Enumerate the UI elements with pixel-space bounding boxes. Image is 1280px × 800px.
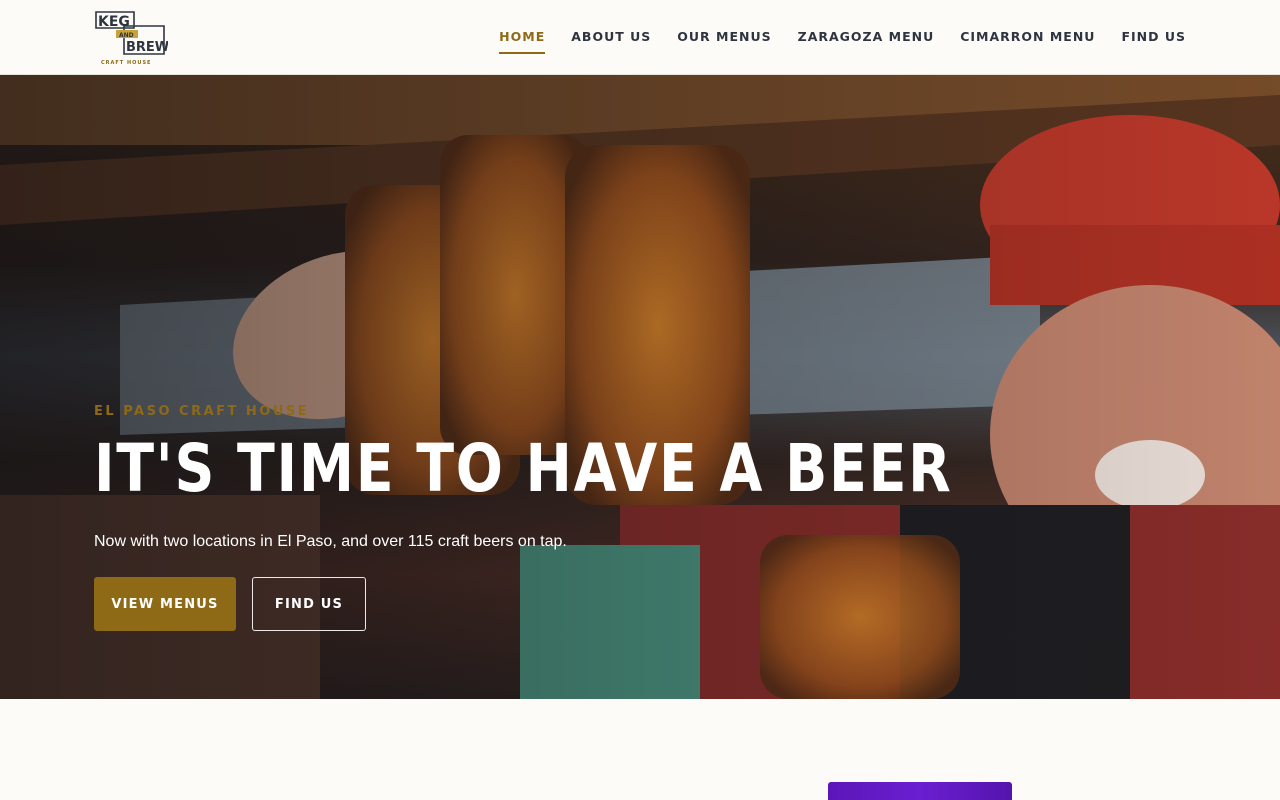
keg-and-brew-logo-icon: KEG AND BREW CRAFT HOUSE bbox=[95, 11, 168, 66]
next-section bbox=[0, 699, 1280, 800]
nav-item-about-us[interactable]: ABOUT US bbox=[571, 21, 651, 54]
hero-section: EL PASO CRAFT HOUSE IT'S TIME TO HAVE A … bbox=[0, 75, 1280, 699]
main-nav: HOME ABOUT US OUR MENUS ZARAGOZA MENU CI… bbox=[499, 0, 1186, 75]
logo-tagline: CRAFT HOUSE bbox=[101, 60, 151, 66]
nav-item-find-us[interactable]: FIND US bbox=[1121, 21, 1186, 54]
nav-item-zaragoza-menu[interactable]: ZARAGOZA MENU bbox=[798, 21, 935, 54]
hero-subtext: Now with two locations in El Paso, and o… bbox=[94, 533, 567, 550]
hero-buttons: VIEW MENUS FIND US bbox=[94, 577, 994, 631]
nav-item-cimarron-menu[interactable]: CIMARRON MENU bbox=[960, 21, 1095, 54]
logo-word-3: BREW bbox=[126, 40, 168, 55]
logo[interactable]: KEG AND BREW CRAFT HOUSE bbox=[94, 10, 168, 66]
nav-item-our-menus[interactable]: OUR MENUS bbox=[677, 21, 771, 54]
site-header: KEG AND BREW CRAFT HOUSE HOME ABOUT US O… bbox=[0, 0, 1280, 75]
nav-item-home[interactable]: HOME bbox=[499, 21, 546, 54]
hero-content: EL PASO CRAFT HOUSE IT'S TIME TO HAVE A … bbox=[94, 404, 994, 631]
hero-eyebrow: EL PASO CRAFT HOUSE bbox=[94, 404, 310, 419]
logo-word-1: KEG bbox=[98, 14, 130, 30]
promo-card bbox=[828, 782, 1012, 800]
view-menus-button[interactable]: VIEW MENUS bbox=[94, 577, 236, 631]
find-us-button[interactable]: FIND US bbox=[252, 577, 366, 631]
hero-headline: IT'S TIME TO HAVE A BEER bbox=[94, 430, 953, 507]
logo-word-2: AND bbox=[119, 32, 134, 39]
